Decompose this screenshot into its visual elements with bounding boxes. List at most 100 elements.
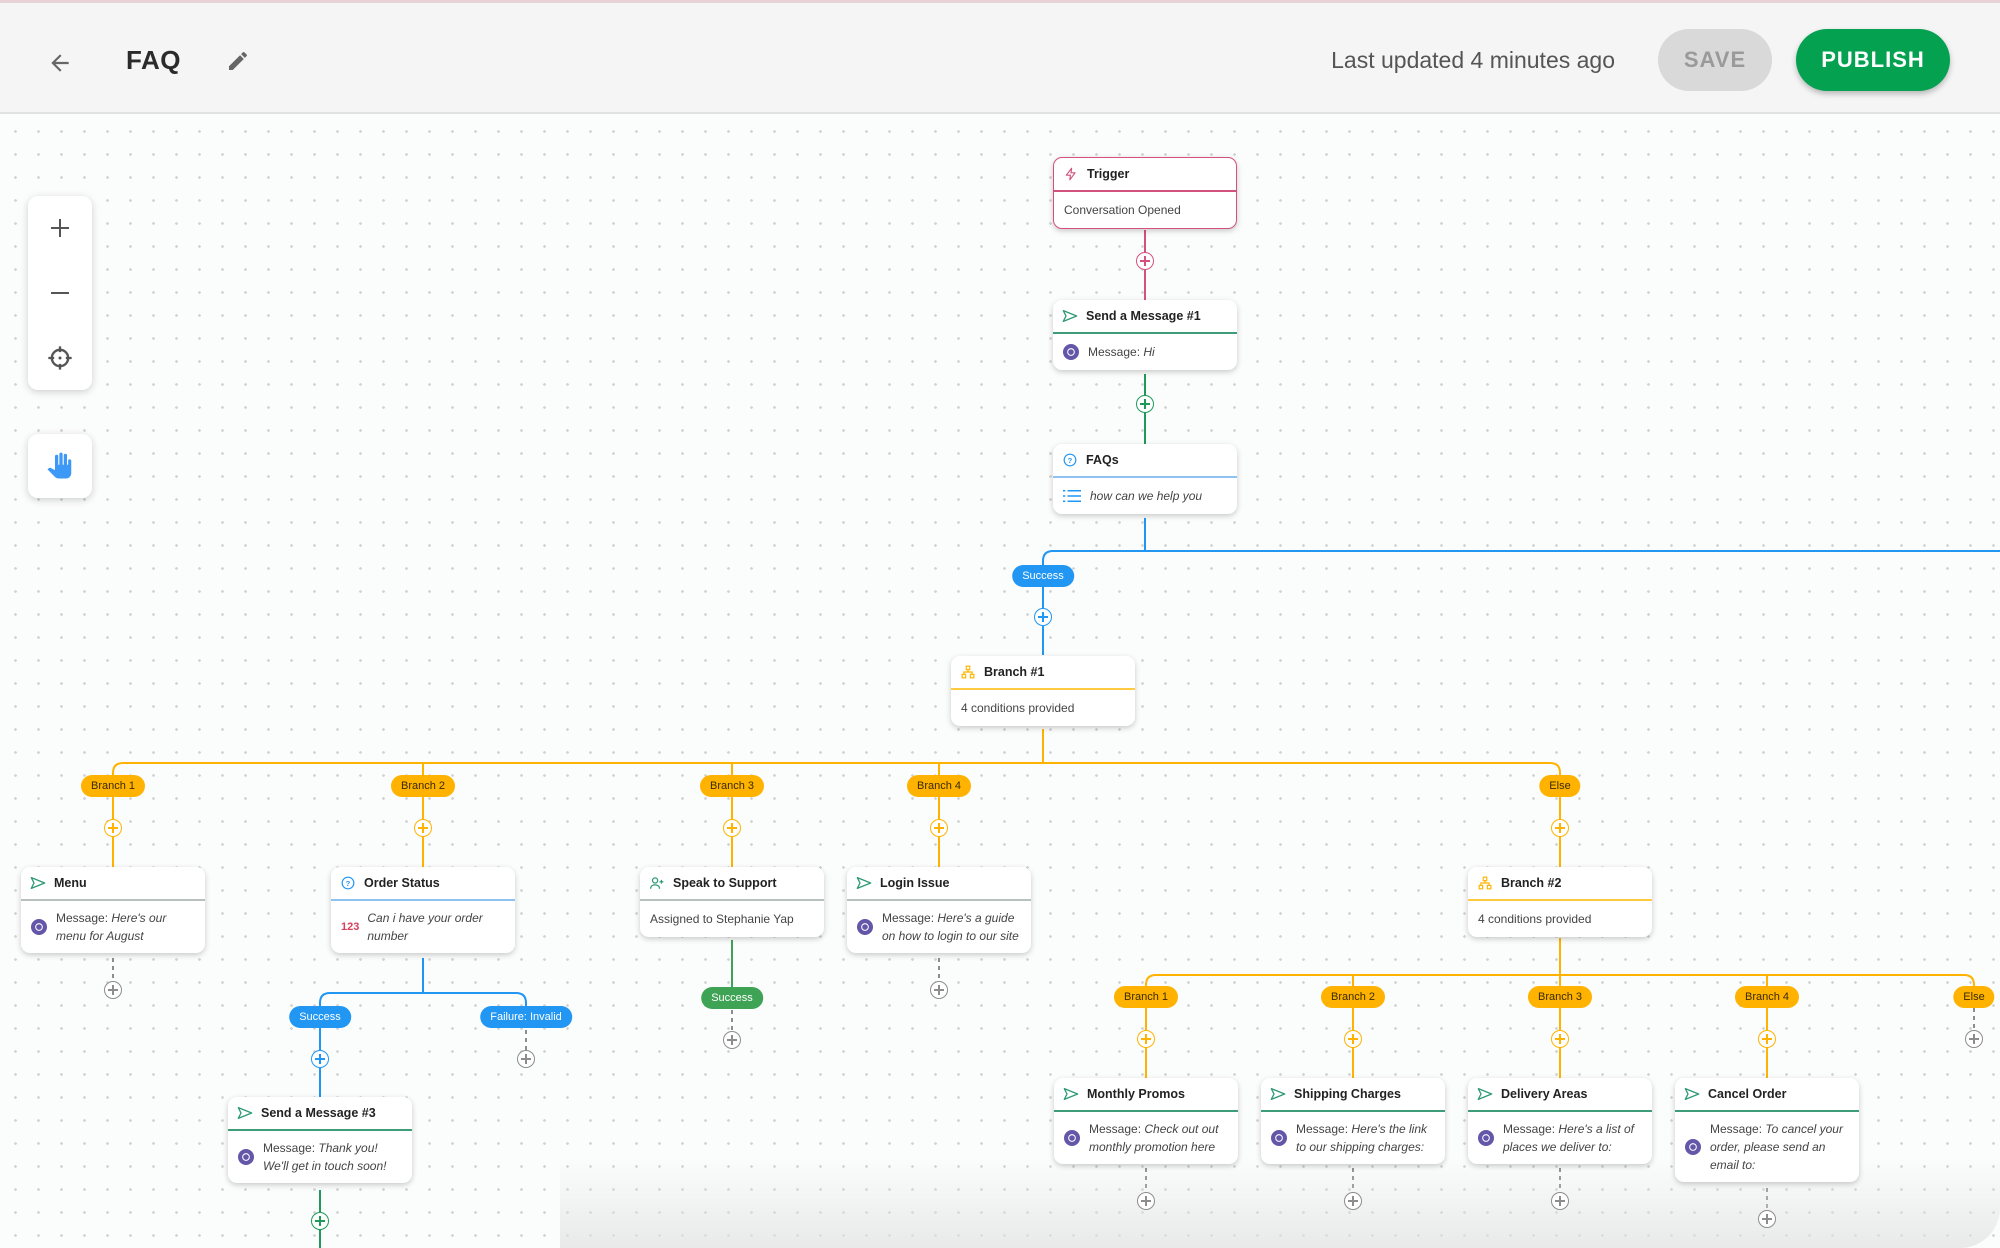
add-step-button[interactable]: [1344, 1192, 1362, 1210]
add-step-button[interactable]: [1137, 1030, 1155, 1048]
add-step-button[interactable]: [1137, 1192, 1155, 1210]
add-step-button[interactable]: [1551, 819, 1569, 837]
add-step-button[interactable]: [1758, 1210, 1776, 1228]
viber-icon: [1064, 1130, 1080, 1146]
node-login-issue[interactable]: Login Issue Message: Here's a guide on h…: [847, 867, 1031, 953]
node-monthly-promos[interactable]: Monthly Promos Message: Check out out mo…: [1054, 1078, 1238, 1164]
node-title: Send a Message #3: [261, 1106, 376, 1120]
zoom-controls: [28, 196, 92, 390]
send-icon: [1477, 1087, 1493, 1100]
minus-icon: [51, 292, 69, 294]
viber-icon: [238, 1149, 254, 1165]
number-input-icon: 123: [341, 921, 360, 933]
add-step-button[interactable]: [930, 819, 948, 837]
viber-icon: [1478, 1130, 1494, 1146]
add-step-button[interactable]: [1758, 1030, 1776, 1048]
node-body: Assigned to Stephanie Yap: [650, 912, 794, 926]
branch-icon: [961, 665, 975, 679]
node-title: Menu: [54, 876, 87, 890]
send-icon: [30, 877, 46, 889]
branch2-label-4: Branch 4: [1734, 986, 1800, 1008]
node-title: Cancel Order: [1708, 1087, 1787, 1101]
back-button[interactable]: [42, 45, 78, 81]
branch2-label-3: Branch 3: [1527, 986, 1593, 1008]
node-send-message-3[interactable]: Send a Message #3 Message: Thank you! We…: [228, 1097, 412, 1183]
node-send-message-1[interactable]: Send a Message #1 Message: Hi: [1053, 300, 1237, 370]
node-title: Send a Message #1: [1086, 309, 1201, 323]
publish-button[interactable]: PUBLISH: [1796, 29, 1950, 91]
add-step-button[interactable]: [1136, 395, 1154, 413]
viber-icon: [1271, 1130, 1287, 1146]
send-icon: [237, 1106, 253, 1119]
svg-text:?: ?: [346, 879, 351, 888]
node-menu[interactable]: Menu Message: Here's our menu for August: [21, 867, 205, 953]
add-step-button[interactable]: [1344, 1030, 1362, 1048]
node-title: Delivery Areas: [1501, 1087, 1588, 1101]
path-label-support-success: Success: [701, 987, 763, 1009]
pan-tool-button[interactable]: [28, 434, 92, 498]
add-step-button[interactable]: [414, 819, 432, 837]
viber-icon: [857, 919, 873, 935]
add-step-button[interactable]: [1136, 252, 1154, 270]
branch2-label-2: Branch 2: [1320, 986, 1386, 1008]
add-step-button[interactable]: [723, 819, 741, 837]
node-trigger[interactable]: Trigger Conversation Opened: [1053, 157, 1237, 229]
node-title: Branch #2: [1501, 876, 1562, 890]
branch-label-1: Branch 1: [80, 775, 146, 797]
add-step-button[interactable]: [311, 1050, 329, 1068]
branch2-label-1: Branch 1: [1113, 986, 1179, 1008]
node-body: Conversation Opened: [1064, 203, 1181, 217]
add-step-button[interactable]: [723, 1031, 741, 1049]
arrow-left-icon: [51, 54, 69, 72]
save-button[interactable]: SAVE: [1658, 29, 1772, 91]
node-cancel-order[interactable]: Cancel Order Message: To cancel your ord…: [1675, 1078, 1859, 1182]
branch2-label-else: Else: [1953, 986, 1995, 1008]
node-branch-2[interactable]: Branch #2 4 conditions provided: [1468, 867, 1652, 937]
add-step-button[interactable]: [104, 981, 122, 999]
flow-canvas[interactable]: Trigger Conversation Opened Send a Messa…: [0, 114, 2000, 1248]
node-title: Order Status: [364, 876, 440, 890]
svg-text:?: ?: [1068, 456, 1073, 465]
send-icon: [1684, 1087, 1700, 1100]
viber-icon: [1685, 1139, 1701, 1155]
list-icon: [1063, 490, 1081, 502]
edit-title-button[interactable]: [222, 45, 254, 77]
pencil-icon: [229, 51, 247, 70]
node-body: 4 conditions provided: [1478, 912, 1592, 926]
send-icon: [1270, 1087, 1286, 1100]
branch-label-else: Else: [1539, 775, 1581, 797]
branch-label-2: Branch 2: [390, 775, 456, 797]
node-branch-1[interactable]: Branch #1 4 conditions provided: [951, 656, 1135, 726]
node-title: FAQs: [1086, 453, 1119, 467]
add-step-button[interactable]: [1034, 608, 1052, 626]
top-bar: FAQ Last updated 4 minutes ago SAVE PUBL…: [0, 0, 2000, 114]
viber-icon: [31, 919, 47, 935]
add-step-button[interactable]: [1551, 1030, 1569, 1048]
send-icon: [1062, 309, 1078, 322]
add-step-button[interactable]: [1551, 1192, 1569, 1210]
add-step-button[interactable]: [311, 1212, 329, 1230]
zoom-out-button[interactable]: [28, 261, 92, 325]
node-speak-to-support[interactable]: Speak to Support Assigned to Stephanie Y…: [640, 867, 824, 937]
hand-icon: [47, 452, 72, 479]
node-delivery-areas[interactable]: Delivery Areas Message: Here's a list of…: [1468, 1078, 1652, 1164]
node-title: Login Issue: [880, 876, 950, 890]
add-step-button[interactable]: [517, 1050, 535, 1068]
branch-label-4: Branch 4: [906, 775, 972, 797]
branch-label-3: Branch 3: [699, 775, 765, 797]
connector-branch1-split: [112, 762, 1561, 867]
add-step-button[interactable]: [930, 981, 948, 999]
crosshair-icon: [48, 346, 72, 370]
path-label-faq-success: Success: [1012, 565, 1074, 587]
send-icon: [856, 877, 872, 889]
zoom-in-button[interactable]: [28, 196, 92, 260]
last-updated-status: Last updated 4 minutes ago: [1331, 47, 1615, 73]
node-order-status[interactable]: ? Order Status 123 Can i have your order n…: [331, 867, 515, 953]
plus-icon: [51, 219, 69, 237]
recenter-button[interactable]: [28, 326, 92, 390]
node-title: Speak to Support: [673, 876, 777, 890]
node-shipping-charges[interactable]: Shipping Charges Message: Here's the lin…: [1261, 1078, 1445, 1164]
add-step-button[interactable]: [104, 819, 122, 837]
add-step-button[interactable]: [1965, 1030, 1983, 1048]
node-faqs[interactable]: ? FAQs how can we help you: [1053, 444, 1237, 514]
